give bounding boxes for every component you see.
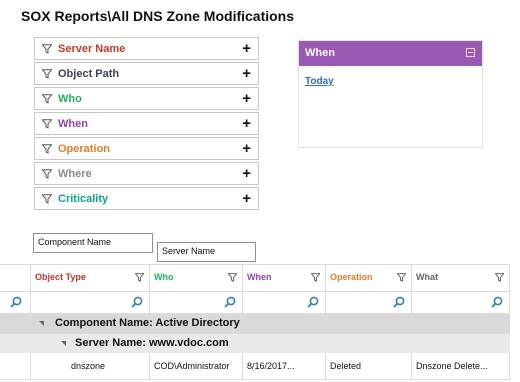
group-chip-server-name[interactable]: Server Name: [157, 242, 256, 262]
filter-label: Server Name: [58, 42, 126, 55]
column-label: What: [416, 272, 438, 282]
funnel-icon: [42, 43, 52, 54]
plus-icon[interactable]: +: [242, 190, 251, 207]
search-cell-who[interactable]: [150, 292, 243, 313]
column-label: Operation: [330, 272, 373, 282]
funnel-icon[interactable]: [495, 273, 504, 282]
filter-server-name[interactable]: Server Name +: [34, 37, 259, 60]
funnel-icon: [42, 118, 52, 129]
when-panel-header: When: [299, 41, 482, 66]
filter-when[interactable]: When +: [34, 112, 259, 135]
magnifier-icon[interactable]: [131, 296, 143, 308]
group-label: Component Name: Active Directory: [55, 317, 240, 329]
search-cell-operation[interactable]: [326, 292, 412, 313]
grid-corner-cell: [0, 265, 31, 292]
filter-who[interactable]: Who +: [34, 87, 259, 110]
funnel-icon: [42, 168, 52, 179]
grid-header-row: Object Type Who When Operation What: [0, 264, 510, 292]
plus-icon[interactable]: +: [242, 90, 251, 107]
funnel-icon[interactable]: [228, 273, 237, 282]
collapse-triangle-icon[interactable]: [61, 341, 66, 346]
magnifier-icon[interactable]: [10, 296, 22, 308]
filter-label: Where: [58, 167, 92, 180]
filter-label: Who: [58, 92, 82, 105]
row-search-cell[interactable]: [0, 292, 31, 313]
funnel-icon: [42, 68, 52, 79]
funnel-icon: [42, 93, 52, 104]
magnifier-icon[interactable]: [307, 296, 319, 308]
column-header-what[interactable]: What: [412, 265, 510, 292]
group-chip-component-name[interactable]: Component Name: [33, 233, 153, 253]
grid-search-row: [0, 292, 510, 314]
plus-icon[interactable]: +: [242, 140, 251, 157]
magnifier-icon[interactable]: [224, 296, 236, 308]
table-row[interactable]: dnszone COD\Administrator 8/16/2017... D…: [0, 353, 510, 380]
collapse-icon[interactable]: [466, 48, 475, 57]
results-grid: Object Type Who When Operation What Comp…: [0, 264, 510, 382]
column-header-object-type[interactable]: Object Type: [31, 265, 150, 292]
funnel-icon[interactable]: [135, 273, 144, 282]
search-cell-when[interactable]: [243, 292, 326, 313]
filter-criticality[interactable]: Criticality +: [34, 187, 259, 210]
filter-operation[interactable]: Operation +: [34, 137, 259, 160]
filter-label: Object Path: [58, 67, 120, 80]
cell-what: Dnszone Delete...: [412, 353, 510, 379]
filter-where[interactable]: Where +: [34, 162, 259, 185]
plus-icon[interactable]: +: [242, 40, 251, 57]
collapse-triangle-icon[interactable]: [39, 321, 44, 326]
today-link[interactable]: Today: [305, 76, 334, 87]
search-cell-object-type[interactable]: [31, 292, 150, 313]
group-label: Server Name: www.vdoc.com: [75, 337, 229, 349]
row-gutter-cell: [0, 353, 31, 379]
funnel-icon[interactable]: [397, 273, 406, 282]
filter-object-path[interactable]: Object Path +: [34, 62, 259, 85]
column-header-when[interactable]: When: [243, 265, 326, 292]
funnel-icon[interactable]: [311, 273, 320, 282]
cell-when: 8/16/2017...: [243, 353, 326, 379]
cell-object-type: dnszone: [31, 353, 150, 379]
filter-label: When: [58, 117, 88, 130]
filter-label: Criticality: [58, 192, 109, 205]
magnifier-icon[interactable]: [491, 296, 503, 308]
when-panel-title: When: [305, 47, 335, 59]
filter-label: Operation: [58, 142, 110, 155]
column-label: Who: [154, 272, 174, 282]
magnifier-icon[interactable]: [393, 296, 405, 308]
column-header-who[interactable]: Who: [150, 265, 243, 292]
page-title: SOX Reports\All DNS Zone Modifications: [21, 8, 295, 24]
plus-icon[interactable]: +: [242, 115, 251, 132]
plus-icon[interactable]: +: [242, 165, 251, 182]
column-header-operation[interactable]: Operation: [326, 265, 412, 292]
cell-who: COD\Administrator: [150, 353, 243, 379]
funnel-icon: [42, 193, 52, 204]
funnel-icon: [42, 143, 52, 154]
when-panel: When Today: [298, 40, 483, 148]
group-row-component[interactable]: Component Name: Active Directory: [0, 314, 510, 334]
cell-operation: Deleted: [326, 353, 412, 379]
plus-icon[interactable]: +: [242, 65, 251, 82]
column-label: Object Type: [35, 272, 86, 282]
group-row-server[interactable]: Server Name: www.vdoc.com: [0, 334, 510, 353]
search-cell-what[interactable]: [412, 292, 510, 313]
column-label: When: [247, 272, 272, 282]
filter-list: Server Name + Object Path + Who + When +…: [34, 37, 259, 212]
